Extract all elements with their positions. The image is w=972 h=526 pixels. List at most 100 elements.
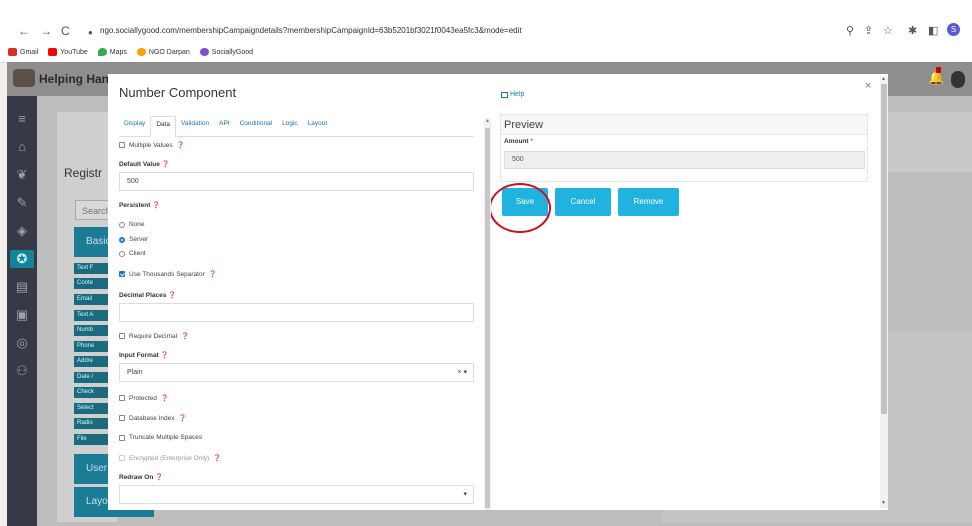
tab-conditional[interactable]: Conditional <box>235 116 278 136</box>
help-icon[interactable]: ❓ <box>168 292 176 299</box>
help-icon[interactable]: ❓ <box>177 141 185 149</box>
tab-display[interactable]: Display <box>119 116 150 136</box>
back-icon[interactable]: ← <box>18 25 30 37</box>
require-decimal-checkbox[interactable] <box>119 333 125 339</box>
ngo-icon[interactable]: ▣ <box>13 306 31 324</box>
database-index-checkbox[interactable] <box>119 415 125 421</box>
zoom-icon[interactable]: ⚲ <box>846 24 854 37</box>
tag-icon[interactable]: ◈ <box>13 222 31 240</box>
maps-icon <box>97 48 107 56</box>
document-icon[interactable]: ▤ <box>13 278 31 296</box>
sidepanel-icon[interactable]: ◧ <box>928 24 938 37</box>
preview-panel: Preview Amount * 500 <box>500 114 868 182</box>
clear-and-chevron-icon[interactable]: × ▾ <box>457 364 467 381</box>
radio-server[interactable] <box>119 236 125 243</box>
tab-data[interactable]: Data <box>150 116 177 138</box>
external-link-icon <box>501 91 508 98</box>
bookmark-sociallygood[interactable]: SociallyGood <box>199 48 253 56</box>
persistent-client-option[interactable]: Client <box>119 250 146 257</box>
protected-option[interactable]: Protected ❓ <box>119 394 169 402</box>
decimal-places-label: Decimal Places ❓ <box>119 292 177 299</box>
encrypted-option: Encrypted (Enterprise Only) ❓ <box>119 454 221 462</box>
donation-icon[interactable]: ❦ <box>13 166 31 184</box>
registration-heading: Registr <box>64 166 103 180</box>
forward-icon[interactable]: → <box>40 25 52 37</box>
help-icon[interactable]: ❓ <box>152 202 160 209</box>
sociallygood-icon <box>199 48 209 56</box>
persistent-server-option[interactable]: Server <box>119 236 148 243</box>
data-settings-form: Multiple Values ❓ Default Value ❓ 500 Pe… <box>119 136 474 510</box>
scroll-down-icon[interactable]: ▼ <box>881 500 886 506</box>
address-bar[interactable]: ngo.sociallygood.com/membershipCampaignd… <box>100 22 860 40</box>
help-icon[interactable]: ❓ <box>179 414 187 422</box>
menu-icon[interactable]: ≡ <box>13 110 31 128</box>
users-icon[interactable]: ⚇ <box>13 362 31 380</box>
redraw-on-select[interactable]: ▾ <box>119 485 474 504</box>
help-icon[interactable]: ❓ <box>209 270 217 278</box>
persistent-none-option[interactable]: None <box>119 221 145 228</box>
scrollbar-thumb[interactable] <box>881 84 887 414</box>
scroll-up-icon[interactable]: ▲ <box>485 118 490 124</box>
star-icon[interactable]: ☆ <box>883 24 893 37</box>
bookmark-youtube[interactable]: YouTube <box>48 48 88 56</box>
amount-preview-input: 500 <box>504 151 865 169</box>
help-icon[interactable]: ❓ <box>161 352 169 359</box>
bookmark-maps[interactable]: Maps <box>97 48 127 56</box>
help-icon[interactable]: ❓ <box>161 394 169 402</box>
tab-api[interactable]: API <box>214 116 234 136</box>
close-icon[interactable]: × <box>865 80 871 92</box>
protected-checkbox[interactable] <box>119 395 125 401</box>
number-component-dialog: Number Component Help × Display Data Val… <box>108 74 888 510</box>
bookmark-gmail[interactable]: Gmail <box>8 48 38 56</box>
scrollbar-thumb[interactable] <box>485 128 490 508</box>
tab-logic[interactable]: Logic <box>277 116 303 136</box>
amount-label: Amount * <box>504 138 533 145</box>
membership-icon[interactable]: ✪ <box>10 250 34 268</box>
multiple-values-option[interactable]: Multiple Values ❓ <box>119 141 185 149</box>
profile-avatar[interactable]: S <box>947 23 960 36</box>
radio-client[interactable] <box>119 250 125 257</box>
cancel-button[interactable]: Cancel <box>555 188 611 216</box>
csr-icon[interactable]: ◎ <box>13 334 31 352</box>
truncate-spaces-option[interactable]: Truncate Multiple Spaces <box>119 434 202 441</box>
app-title: Helping Han <box>39 72 110 86</box>
decimal-places-input[interactable] <box>119 303 474 322</box>
form-scrollbar[interactable]: ▲ <box>484 118 491 510</box>
notification-badge <box>936 67 941 73</box>
tab-layout[interactable]: Layout <box>303 116 333 136</box>
highlight-circle <box>489 183 551 233</box>
background-panel <box>877 112 972 172</box>
thousands-separator-option[interactable]: Use Thousands Separator ❓ <box>119 270 217 278</box>
settings-tabs: Display Data Validation API Conditional … <box>119 116 474 138</box>
help-icon[interactable]: ❓ <box>213 454 221 462</box>
default-value-label: Default Value ❓ <box>119 161 170 168</box>
default-value-input[interactable]: 500 <box>119 172 474 191</box>
require-decimal-option[interactable]: Require Decimal ❓ <box>119 332 189 340</box>
dialog-scrollbar[interactable]: ▲ ▼ <box>880 76 888 508</box>
thousands-separator-checkbox[interactable] <box>119 271 125 277</box>
campaign-icon[interactable]: ✎ <box>13 194 31 212</box>
scroll-up-icon[interactable]: ▲ <box>881 76 886 82</box>
user-avatar[interactable] <box>951 71 965 88</box>
home-icon[interactable]: ⌂ <box>13 138 31 156</box>
chevron-down-icon[interactable]: ▾ <box>463 486 467 503</box>
help-icon[interactable]: ❓ <box>162 161 170 168</box>
help-icon[interactable]: ❓ <box>155 474 163 481</box>
database-index-option[interactable]: Database Index ❓ <box>119 414 187 422</box>
bookmark-ngo-darpan[interactable]: NGO Darpan <box>136 48 190 56</box>
help-icon[interactable]: ❓ <box>181 332 189 340</box>
multiple-values-checkbox[interactable] <box>119 142 125 148</box>
redraw-on-label: Redraw On ❓ <box>119 474 164 481</box>
input-format-label: Input Format ❓ <box>119 352 169 359</box>
truncate-spaces-checkbox[interactable] <box>119 434 125 441</box>
tab-validation[interactable]: Validation <box>176 116 214 136</box>
radio-none[interactable] <box>119 221 125 228</box>
reload-icon[interactable]: C <box>61 25 70 37</box>
extensions-icon[interactable]: ✱ <box>908 24 917 37</box>
remove-button[interactable]: Remove <box>618 188 679 216</box>
help-link[interactable]: Help <box>501 91 524 98</box>
share-icon[interactable]: ⇪ <box>864 24 873 37</box>
bookmarks-bar: Gmail YouTube Maps NGO Darpan SociallyGo… <box>8 45 253 59</box>
input-format-select[interactable]: Plain × ▾ <box>119 363 474 382</box>
persistent-label: Persistent ❓ <box>119 202 161 209</box>
